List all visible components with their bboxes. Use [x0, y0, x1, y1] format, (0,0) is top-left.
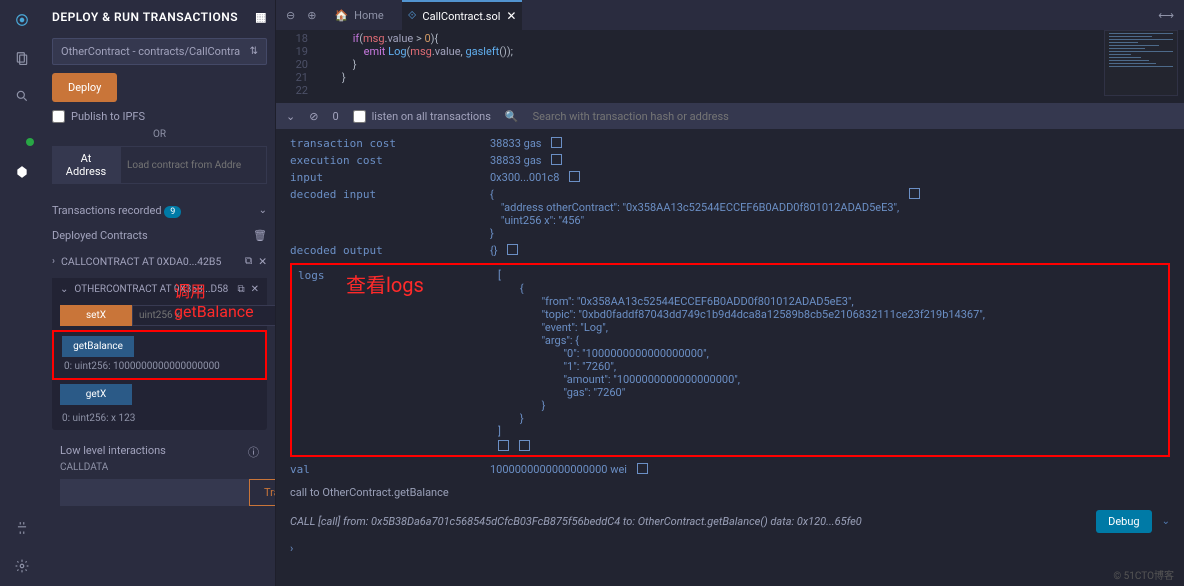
copy-icon[interactable]	[507, 244, 518, 255]
zoom-out-icon[interactable]: ⊖	[286, 9, 295, 22]
copy-icon[interactable]	[498, 440, 509, 451]
panel-menu-icon[interactable]: ▦	[255, 10, 267, 24]
copy-icon[interactable]	[909, 188, 920, 199]
contract-item-othercontract: ⌄ OTHERCONTRACT AT 0X358...D58 ⧉ ✕ setX …	[52, 278, 267, 430]
close-tab-icon[interactable]: ✕	[506, 9, 516, 23]
chevron-down-icon: ⌄	[60, 284, 68, 295]
tab-bar: ⊖ ⊕ 🏠Home ⟐ CallContract.sol ✕ ⟷	[276, 0, 1184, 30]
search-icon[interactable]: 🔍	[505, 110, 519, 123]
deployed-contracts-row: Deployed Contracts 🗑	[52, 223, 267, 248]
deploy-button[interactable]: Deploy	[52, 73, 117, 102]
editor-area: ⊖ ⊕ 🏠Home ⟐ CallContract.sol ✕ ⟷ 18 if(m…	[276, 0, 1184, 586]
chevron-down-icon[interactable]: ⌄	[1162, 516, 1170, 527]
call-label: call to OtherContract.getBalance	[290, 478, 1170, 507]
activity-bar	[0, 0, 44, 586]
solidity-icon[interactable]	[12, 124, 32, 144]
copy-icon[interactable]	[519, 440, 530, 451]
deploy-panel: DEPLOY & RUN TRANSACTIONS ▦ OtherContrac…	[44, 0, 276, 586]
trash-icon[interactable]: 🗑	[253, 229, 267, 242]
tx-count-badge: 9	[164, 206, 181, 218]
pending-count: 0	[332, 110, 338, 123]
plugin-icon[interactable]	[12, 518, 32, 538]
publish-ipfs-checkbox[interactable]	[52, 110, 65, 123]
contract-item-callcontract[interactable]: › CALLCONTRACT AT 0XDA0...42B5 ⧉ ✕	[52, 248, 267, 274]
annotation-getbalance: 调用getBalance	[174, 278, 267, 321]
copy-icon[interactable]	[551, 154, 562, 165]
files-icon[interactable]	[12, 48, 32, 68]
annotation-logs: 查看logs	[346, 269, 424, 298]
tx-search-input[interactable]	[533, 110, 773, 123]
clear-icon[interactable]: ⊘	[309, 110, 318, 123]
search-icon[interactable]	[12, 86, 32, 106]
info-icon[interactable]: ⓘ	[248, 444, 259, 460]
debug-button[interactable]: Debug	[1096, 510, 1151, 533]
logs-section: 查看logs logs[ { "from": "0x358AA13c52544E…	[290, 263, 1170, 457]
or-divider: OR	[52, 129, 267, 140]
expand-icon[interactable]: ⟷	[1158, 9, 1174, 22]
watermark: © 51CTO博客	[1113, 567, 1174, 582]
panel-title: DEPLOY & RUN TRANSACTIONS	[52, 10, 249, 24]
at-address-input[interactable]	[120, 146, 267, 184]
copy-icon[interactable]	[637, 463, 648, 474]
chevron-down-icon: ⌄	[259, 205, 267, 216]
getx-button[interactable]: getX	[60, 384, 132, 405]
setx-button[interactable]: setX	[60, 305, 132, 326]
copy-icon[interactable]	[569, 171, 580, 182]
call-detail: CALL [call] from: 0x5B38Da6a701c568545dC…	[290, 507, 1086, 536]
transact-button[interactable]: Transact	[249, 479, 275, 506]
zoom-in-icon[interactable]: ⊕	[307, 9, 316, 22]
prompt-chevron: ›	[290, 536, 1170, 555]
tab-callcontract[interactable]: ⟐ CallContract.sol ✕	[402, 0, 523, 30]
publish-ipfs-label: Publish to IPFS	[71, 110, 145, 123]
minimap[interactable]	[1104, 30, 1178, 96]
code-editor[interactable]: 18 if(msg.value > 0){ 19 emit Log(msg.va…	[276, 30, 1184, 103]
close-icon[interactable]: ✕	[258, 255, 267, 268]
chevron-right-icon: ›	[52, 256, 55, 267]
calldata-label: CALLDATA	[52, 462, 267, 473]
listen-checkbox[interactable]	[353, 110, 366, 123]
copy-icon[interactable]	[551, 137, 562, 148]
getbalance-output: 0: uint256: 1000000000000000000	[54, 357, 265, 378]
terminal-toggle-icon[interactable]: ⌄	[286, 110, 295, 123]
contract-select[interactable]: OtherContract - contracts/CallContra ⇅	[52, 38, 267, 65]
tab-home[interactable]: 🏠Home	[328, 0, 389, 30]
calldata-input[interactable]	[60, 479, 249, 506]
tx-recorded-row[interactable]: Transactions recorded 9 ⌄	[52, 198, 267, 223]
terminal-output[interactable]: transaction cost38833 gas execution cost…	[276, 129, 1184, 586]
copy-icon[interactable]: ⧉	[245, 254, 253, 268]
remix-logo-icon[interactable]	[12, 10, 32, 30]
getx-output: 0: uint256: x 123	[52, 409, 267, 430]
at-address-button[interactable]: At Address	[52, 146, 120, 184]
terminal-bar: ⌄ ⊘ 0 listen on all transactions 🔍	[276, 103, 1184, 129]
getbalance-button[interactable]: getBalance	[62, 336, 134, 357]
deploy-icon[interactable]	[12, 162, 32, 182]
chevron-updown-icon: ⇅	[250, 46, 258, 57]
settings-icon[interactable]	[12, 556, 32, 576]
low-level-label: Low level interactions	[60, 444, 166, 460]
